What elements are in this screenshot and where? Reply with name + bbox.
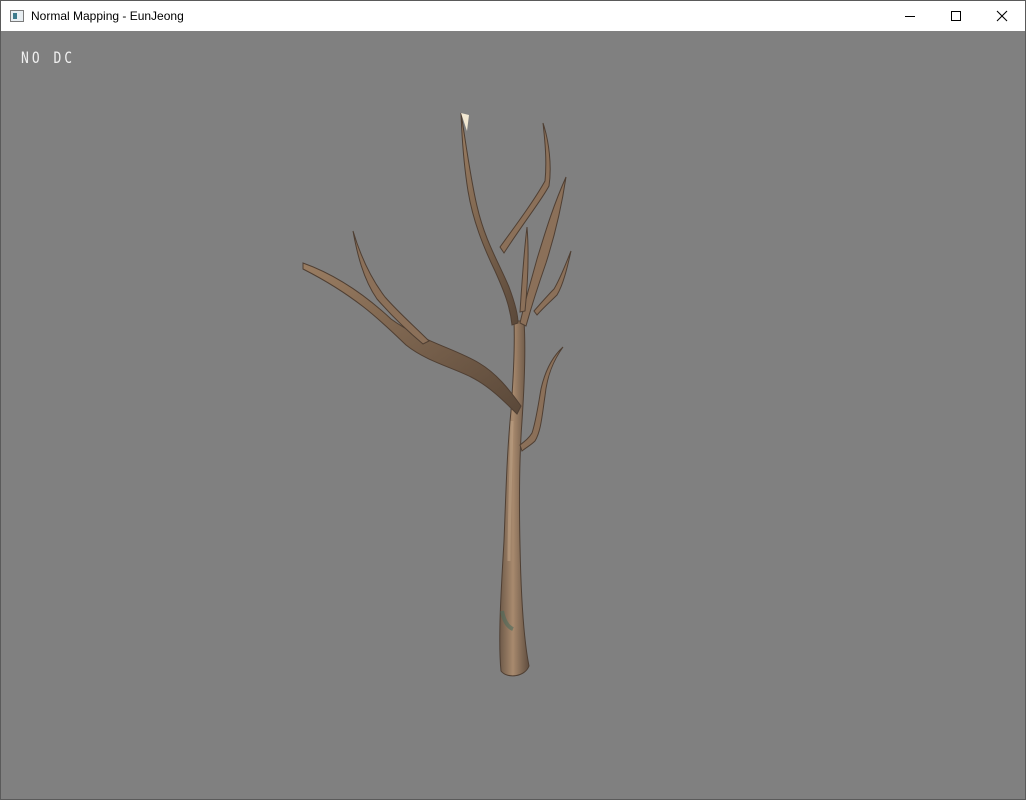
maximize-icon: [951, 11, 961, 21]
maximize-button[interactable]: [933, 1, 979, 31]
title-bar[interactable]: Normal Mapping - EunJeong: [1, 1, 1025, 31]
tree-twig-right-upper: [499, 122, 551, 254]
tree-model: [302, 112, 572, 677]
render-viewport[interactable]: NO DC: [1, 31, 1025, 799]
app-window: Normal Mapping - EunJeong NO DC: [0, 0, 1026, 800]
window-title: Normal Mapping - EunJeong: [31, 9, 184, 23]
tree-leader: [460, 112, 519, 326]
close-icon: [996, 10, 1008, 22]
close-button[interactable]: [979, 1, 1025, 31]
tree-branch-left: [302, 262, 522, 415]
minimize-button[interactable]: [887, 1, 933, 31]
app-icon[interactable]: [10, 10, 24, 22]
caption-buttons: [887, 1, 1025, 31]
minimize-icon: [905, 16, 915, 17]
tree-twig-right-lower: [519, 346, 564, 452]
